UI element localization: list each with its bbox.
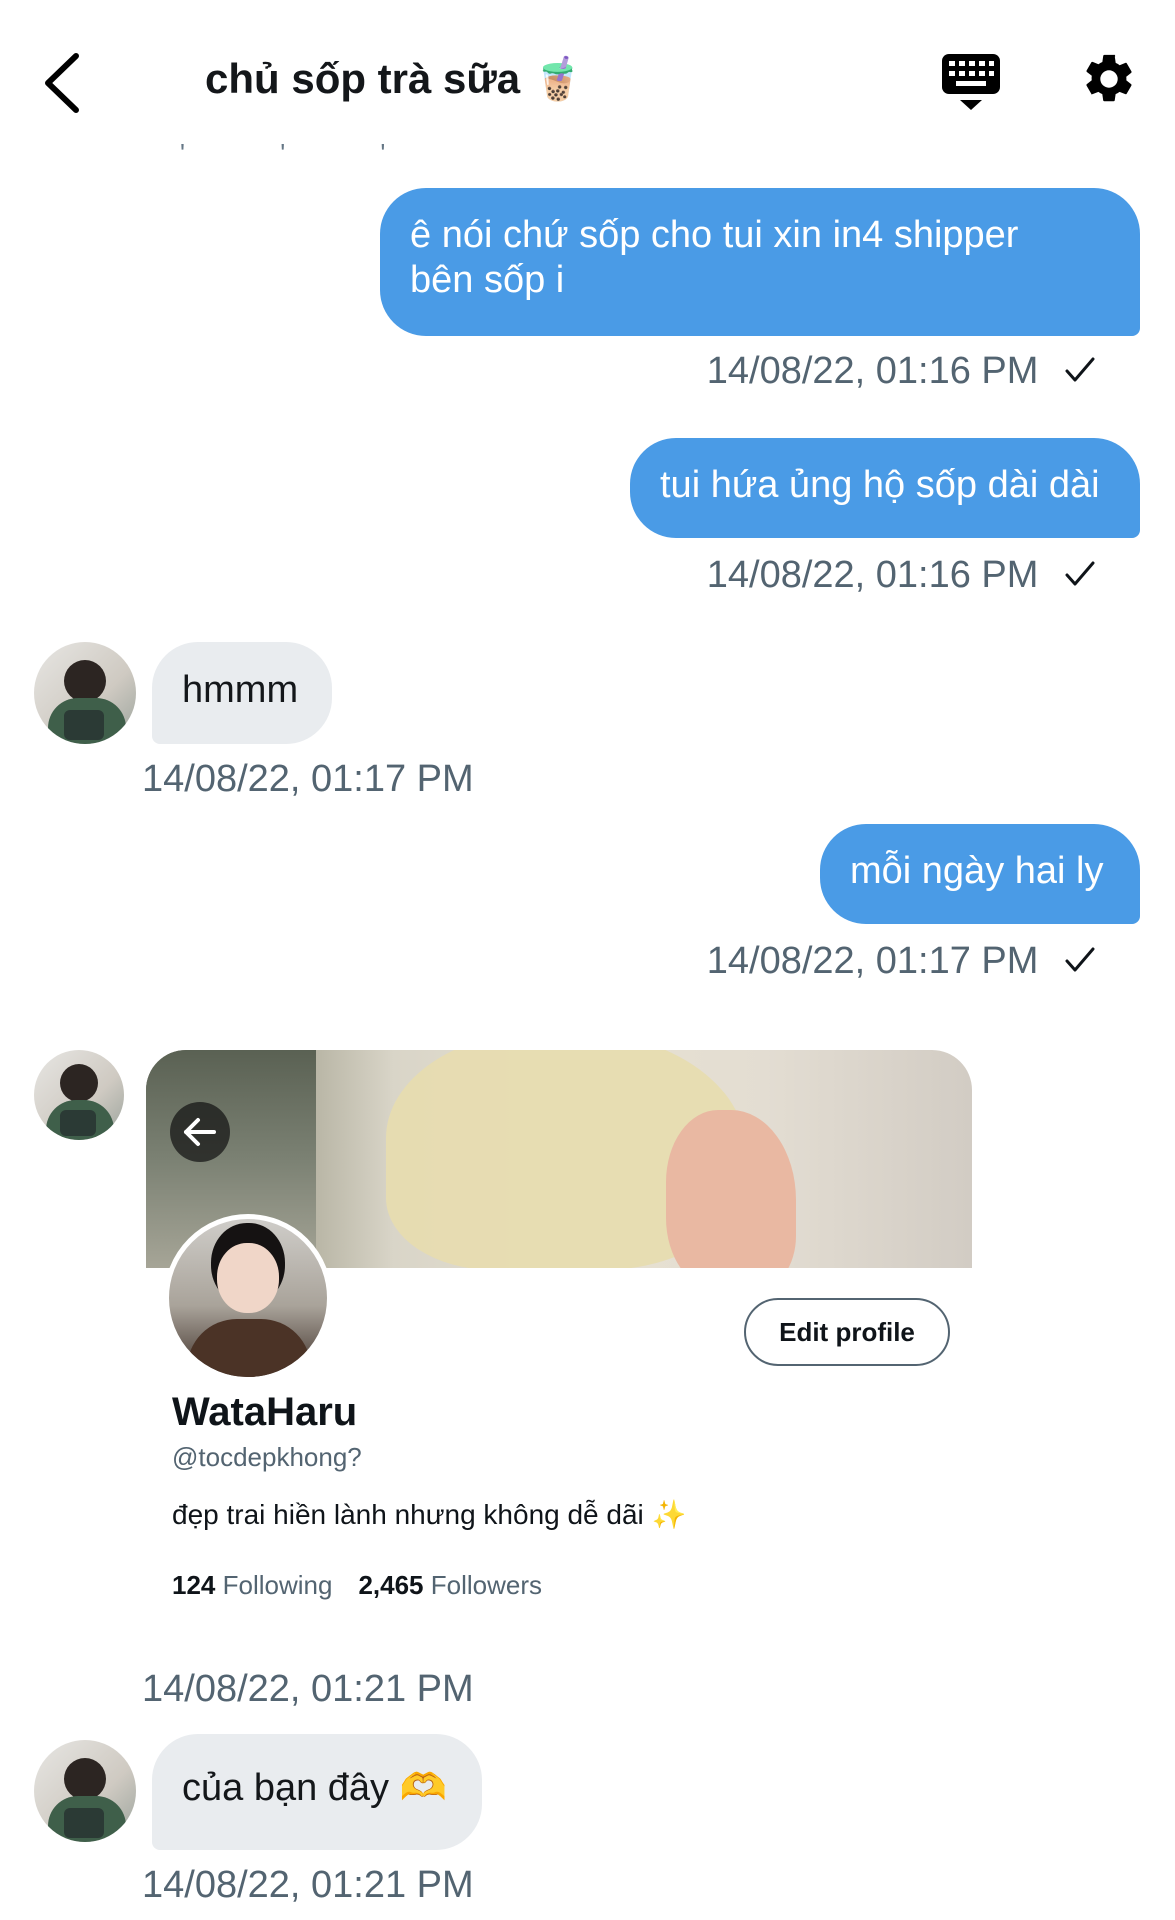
conversation-title: chủ sốp trà sữa 🧋	[205, 55, 585, 102]
outgoing-message-bubble[interactable]: tui hứa ủng hộ sốp dài dài	[630, 438, 1140, 538]
message-timestamp: 14/08/22, 01:21 PM	[142, 1864, 474, 1906]
timestamp-text: 14/08/22, 01:17 PM	[706, 940, 1039, 982]
message-text: ê nói chứ sốp cho tui xin in4 shipper	[410, 214, 1019, 256]
message-timestamp: 14/08/22, 01:16 PM	[707, 554, 1097, 597]
following-count: 124	[172, 1570, 216, 1600]
message-timestamp: 14/08/22, 01:16 PM	[707, 350, 1097, 393]
settings-button[interactable]	[1080, 50, 1138, 108]
following-stat[interactable]: 124 Following	[172, 1570, 332, 1600]
checkmark-icon	[1065, 947, 1095, 972]
sender-avatar[interactable]	[34, 1740, 136, 1842]
scrolled-content-fragment: ' ' '	[180, 138, 430, 168]
banner-back-button[interactable]	[170, 1102, 230, 1162]
checkmark-icon	[1065, 561, 1095, 586]
incoming-message-bubble[interactable]: của bạn đây 🫶	[152, 1734, 482, 1850]
back-arrow-icon	[45, 53, 79, 113]
timestamp-text: 14/08/22, 01:16 PM	[706, 554, 1039, 596]
keyboard-icon	[942, 54, 1000, 110]
message-text: của bạn đây 🫶	[182, 1767, 447, 1809]
back-button[interactable]	[38, 48, 88, 118]
profile-avatar[interactable]	[164, 1214, 332, 1382]
incoming-message-bubble[interactable]: hmmm	[152, 642, 332, 744]
following-label: Following	[222, 1570, 333, 1600]
message-timestamp: 14/08/22, 01:21 PM	[142, 1668, 474, 1710]
profile-stats: 124 Following 2,465 Followers	[172, 1570, 542, 1601]
followers-label: Followers	[430, 1570, 543, 1600]
outgoing-message-bubble[interactable]: ê nói chứ sốp cho tui xin in4 shipper bê…	[380, 188, 1140, 336]
profile-handle: @tocdepkhong?	[172, 1442, 362, 1472]
keyboard-button[interactable]	[940, 52, 1002, 112]
profile-display-name: WataHaru	[172, 1390, 358, 1434]
sender-avatar[interactable]	[34, 642, 136, 744]
timestamp-text: 14/08/22, 01:16 PM	[706, 350, 1039, 392]
shared-profile-card[interactable]: Edit profile WataHaru @tocdepkhong? đẹp …	[146, 1050, 972, 1610]
message-text: hmmm	[182, 669, 299, 711]
arrow-left-icon	[184, 1118, 216, 1146]
gear-icon	[1086, 54, 1132, 102]
edit-profile-button[interactable]: Edit profile	[744, 1298, 950, 1366]
sender-avatar[interactable]	[34, 1050, 124, 1140]
profile-bio: đẹp trai hiền lành nhưng không dễ dãi ✨	[172, 1499, 687, 1530]
checkmark-icon	[1065, 357, 1095, 382]
outgoing-message-bubble[interactable]: mỗi ngày hai ly	[820, 824, 1140, 924]
message-timestamp: 14/08/22, 01:17 PM	[142, 758, 474, 800]
message-text: mỗi ngày hai ly	[850, 850, 1104, 892]
message-text: tui hứa ủng hộ sốp dài dài	[660, 464, 1100, 506]
message-timestamp: 14/08/22, 01:17 PM	[707, 940, 1097, 983]
followers-stat[interactable]: 2,465 Followers	[358, 1570, 542, 1600]
message-text: bên sốp i	[410, 259, 565, 301]
followers-count: 2,465	[358, 1570, 424, 1600]
